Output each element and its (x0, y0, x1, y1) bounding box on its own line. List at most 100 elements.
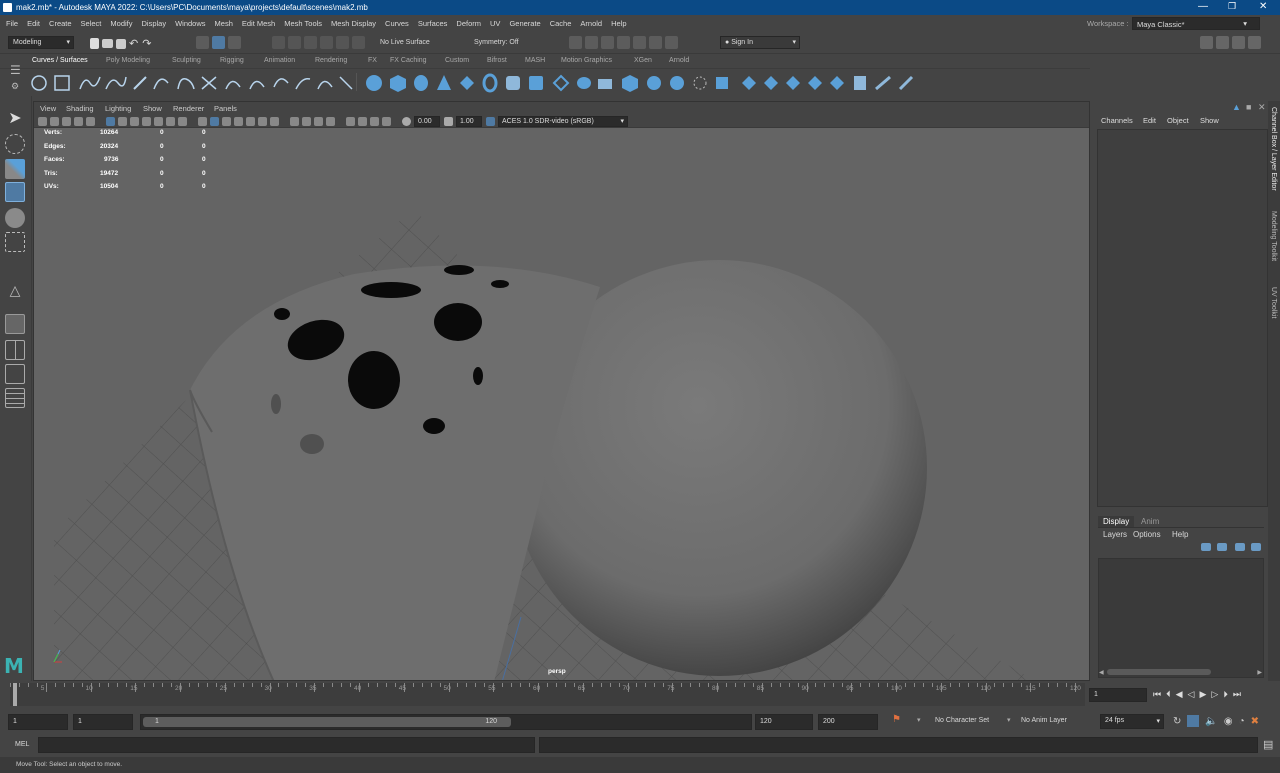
shelf-tab-bifrost[interactable]: Bifrost (487, 57, 507, 64)
float-icon[interactable]: ■ (1246, 102, 1251, 112)
gamma-field[interactable]: 1.00 (456, 116, 482, 127)
offset-curve-icon[interactable] (295, 77, 311, 90)
attribute-editor-toggle-icon[interactable] (1216, 36, 1229, 49)
menu-edit-mesh[interactable]: Edit Mesh (242, 19, 275, 28)
grid-toggle-icon[interactable] (106, 117, 115, 126)
shadows-icon[interactable] (270, 117, 279, 126)
outliner-layout-icon[interactable] (5, 388, 25, 408)
loop-icon[interactable]: ↻ (1173, 716, 1181, 727)
step-forward-frame-icon[interactable]: ▷ (1211, 689, 1218, 700)
fps-dropdown[interactable]: 24 fps ▾ (1100, 714, 1164, 729)
wireframe-on-shaded-icon[interactable] (234, 117, 243, 126)
snap-grid-icon[interactable] (272, 36, 285, 49)
anim-layer-icon[interactable]: ▾ (1007, 716, 1011, 724)
menu-generate[interactable]: Generate (509, 19, 540, 28)
script-editor-icon[interactable]: ▤ (1263, 738, 1273, 751)
select-camera-icon[interactable] (38, 117, 47, 126)
move-tool-icon[interactable] (5, 182, 25, 202)
channel-box-menu-show[interactable]: Show (1200, 116, 1219, 125)
shelf-tab-fx[interactable]: FX (368, 57, 377, 64)
render-region-icon[interactable] (569, 36, 582, 49)
snap-surface-icon[interactable] (336, 36, 349, 49)
snap-curve-icon[interactable] (288, 36, 301, 49)
shelf-tab-motion-graphics[interactable]: Motion Graphics (561, 57, 612, 64)
layer-menu-options[interactable]: Options (1133, 530, 1161, 539)
modeling-toolkit-toggle-icon[interactable] (1200, 36, 1213, 49)
nurbs-square-icon[interactable] (54, 75, 70, 91)
menu-arnold[interactable]: Arnold (580, 19, 602, 28)
character-set-icon[interactable]: ▾ (917, 716, 921, 724)
shelf-tab-curves-surfaces[interactable]: Curves / Surfaces (32, 57, 88, 64)
bevel-plus-icon[interactable] (622, 75, 638, 92)
workspace-dropdown[interactable]: Maya Classic* ▾ (1132, 17, 1260, 30)
ambient-occlusion-icon[interactable] (290, 117, 299, 126)
render-settings-icon[interactable] (617, 36, 630, 49)
paint-select-tool-icon[interactable] (5, 159, 25, 179)
viewport-menu-view[interactable]: View (40, 104, 56, 113)
extend-surface-icon[interactable] (786, 76, 800, 90)
extend-curve-icon[interactable] (273, 78, 289, 88)
shelf-settings-icon[interactable]: ⚙ (11, 81, 19, 92)
layer-list-scrollbar[interactable] (1107, 669, 1211, 675)
move-layer-down-icon[interactable] (1217, 543, 1227, 551)
side-tab-channel-box[interactable]: Channel Box / Layer Editor (1270, 107, 1277, 191)
maximize-icon[interactable]: ❐ (1228, 1, 1236, 12)
loft-icon[interactable] (506, 76, 520, 90)
range-slider-bar[interactable]: 1 120 (143, 717, 511, 727)
project-curve-icon[interactable] (693, 76, 707, 90)
xray-components-icon[interactable] (382, 117, 391, 126)
side-tab-modeling-toolkit[interactable]: Modeling Toolkit (1270, 211, 1277, 261)
nurbs-torus-icon[interactable] (482, 73, 498, 93)
two-view-layout-icon[interactable] (5, 364, 25, 384)
menu-mesh-tools[interactable]: Mesh Tools (284, 19, 322, 28)
open-scene-icon[interactable] (102, 39, 113, 48)
use-all-lights-icon[interactable] (258, 117, 267, 126)
viewport-menu-panels[interactable]: Panels (214, 104, 237, 113)
layer-list[interactable]: ◀ ▶ (1098, 558, 1264, 678)
channel-box-menu-object[interactable]: Object (1167, 116, 1189, 125)
shelf-tab-rendering[interactable]: Rendering (315, 57, 347, 64)
reverse-curve-icon[interactable] (339, 76, 353, 90)
depth-of-field-icon[interactable] (326, 117, 335, 126)
start-time-field[interactable]: 1 (8, 714, 68, 730)
step-forward-key-icon[interactable]: ⏵ (1223, 689, 1228, 700)
shelf-menu-icon[interactable]: ☰ (10, 63, 21, 77)
menu-windows[interactable]: Windows (175, 19, 205, 28)
menu-mesh[interactable]: Mesh (215, 19, 233, 28)
side-tab-uv-toolkit[interactable]: UV Toolkit (1270, 287, 1277, 318)
menu-display[interactable]: Display (142, 19, 167, 28)
nurbs-circle-icon[interactable] (31, 75, 47, 91)
character-set-label[interactable]: No Character Set (935, 717, 989, 724)
step-back-frame-icon[interactable]: ◀ (1176, 689, 1183, 700)
animation-prefs-icon[interactable]: ✖ (1251, 716, 1259, 727)
menu-edit[interactable]: Edit (27, 19, 40, 28)
last-tool-icon[interactable]: △ (5, 282, 25, 302)
viewport-menu-shading[interactable]: Shading (66, 104, 94, 113)
sculpt-surface-icon[interactable] (875, 75, 891, 91)
insert-knot-icon[interactable] (249, 80, 265, 90)
select-object-icon[interactable] (212, 36, 225, 49)
revolve-icon[interactable] (552, 74, 570, 92)
layer-menu-layers[interactable]: Layers (1103, 530, 1127, 539)
shelf-tab-poly-modeling[interactable]: Poly Modeling (106, 57, 150, 64)
tool-settings-toggle-icon[interactable] (1232, 36, 1245, 49)
shelf-tab-fx-caching[interactable]: FX Caching (390, 57, 427, 64)
square-surface-icon[interactable] (670, 76, 684, 90)
menu-curves[interactable]: Curves (385, 19, 409, 28)
render-frame-icon[interactable] (585, 36, 598, 49)
image-plane-icon[interactable] (74, 117, 83, 126)
close-panel-icon[interactable]: ✕ (1258, 102, 1266, 113)
live-surface-label[interactable]: No Live Surface (380, 39, 430, 46)
redo-icon[interactable]: ↷ (142, 37, 151, 50)
smooth-shade-icon[interactable] (210, 117, 219, 126)
menuset-dropdown[interactable]: Modeling ▾ (8, 36, 74, 49)
viewport-menu-lighting[interactable]: Lighting (105, 104, 131, 113)
lasso-tool-icon[interactable] (5, 134, 25, 154)
playback-end-field[interactable]: 120 (755, 714, 813, 730)
nurbs-plane-icon[interactable] (460, 76, 474, 90)
menu-cache[interactable]: Cache (550, 19, 572, 28)
channel-box-toggle-icon[interactable] (1248, 36, 1261, 49)
nurbs-cube-icon[interactable] (390, 75, 406, 92)
pin-icon[interactable]: ▲ (1232, 102, 1241, 112)
select-tool-icon[interactable]: ➤ (5, 108, 25, 128)
